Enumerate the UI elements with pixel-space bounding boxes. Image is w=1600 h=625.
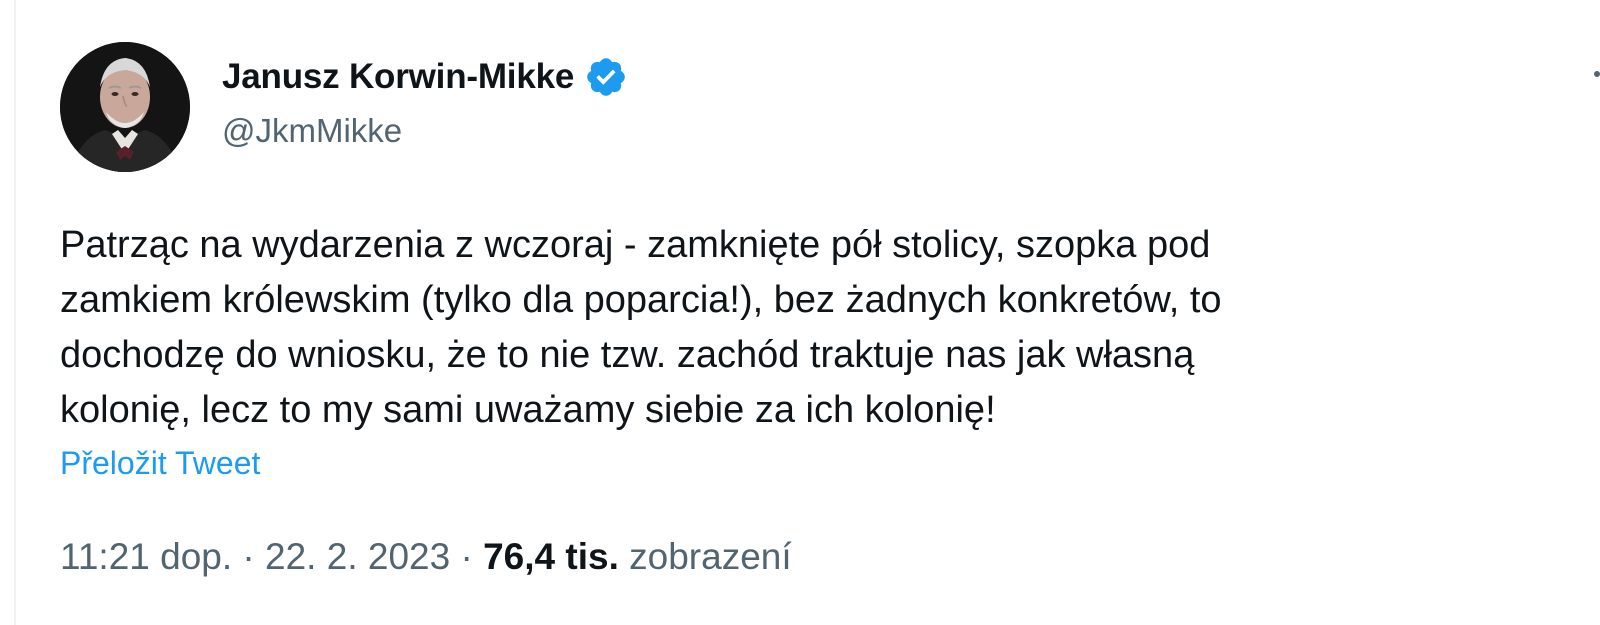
tweet: Janusz Korwin-Mikke @JkmMikke Patrząc na… [0,0,1600,625]
author-handle[interactable]: @JkmMikke [222,112,628,150]
author-display-name[interactable]: Janusz Korwin-Mikke [222,57,574,97]
meta-separator: · [460,536,473,577]
verified-badge-icon[interactable] [584,55,628,99]
views-count[interactable]: 76,4 tis. [483,536,619,577]
tweet-date[interactable]: 22. 2. 2023 [265,536,450,577]
avatar-portrait [60,42,190,172]
meta-separator: · [242,536,255,577]
tweet-text: Patrząc na wydarzenia z wczoraj - zamkni… [60,224,1222,431]
tweet-meta: 11:21 dop. · 22. 2. 2023 · 76,4 tis. zob… [60,536,792,578]
more-options-icon[interactable] [1592,62,1600,86]
more-dot [1594,71,1600,77]
author-name-row: Janusz Korwin-Mikke [222,54,628,100]
tweet-time[interactable]: 11:21 dop. [60,536,232,577]
translate-tweet-link[interactable]: Přeložit Tweet [60,445,260,482]
author-info: Janusz Korwin-Mikke @JkmMikke [222,54,628,150]
author-avatar[interactable] [60,42,190,172]
views-label: zobrazení [629,536,792,577]
